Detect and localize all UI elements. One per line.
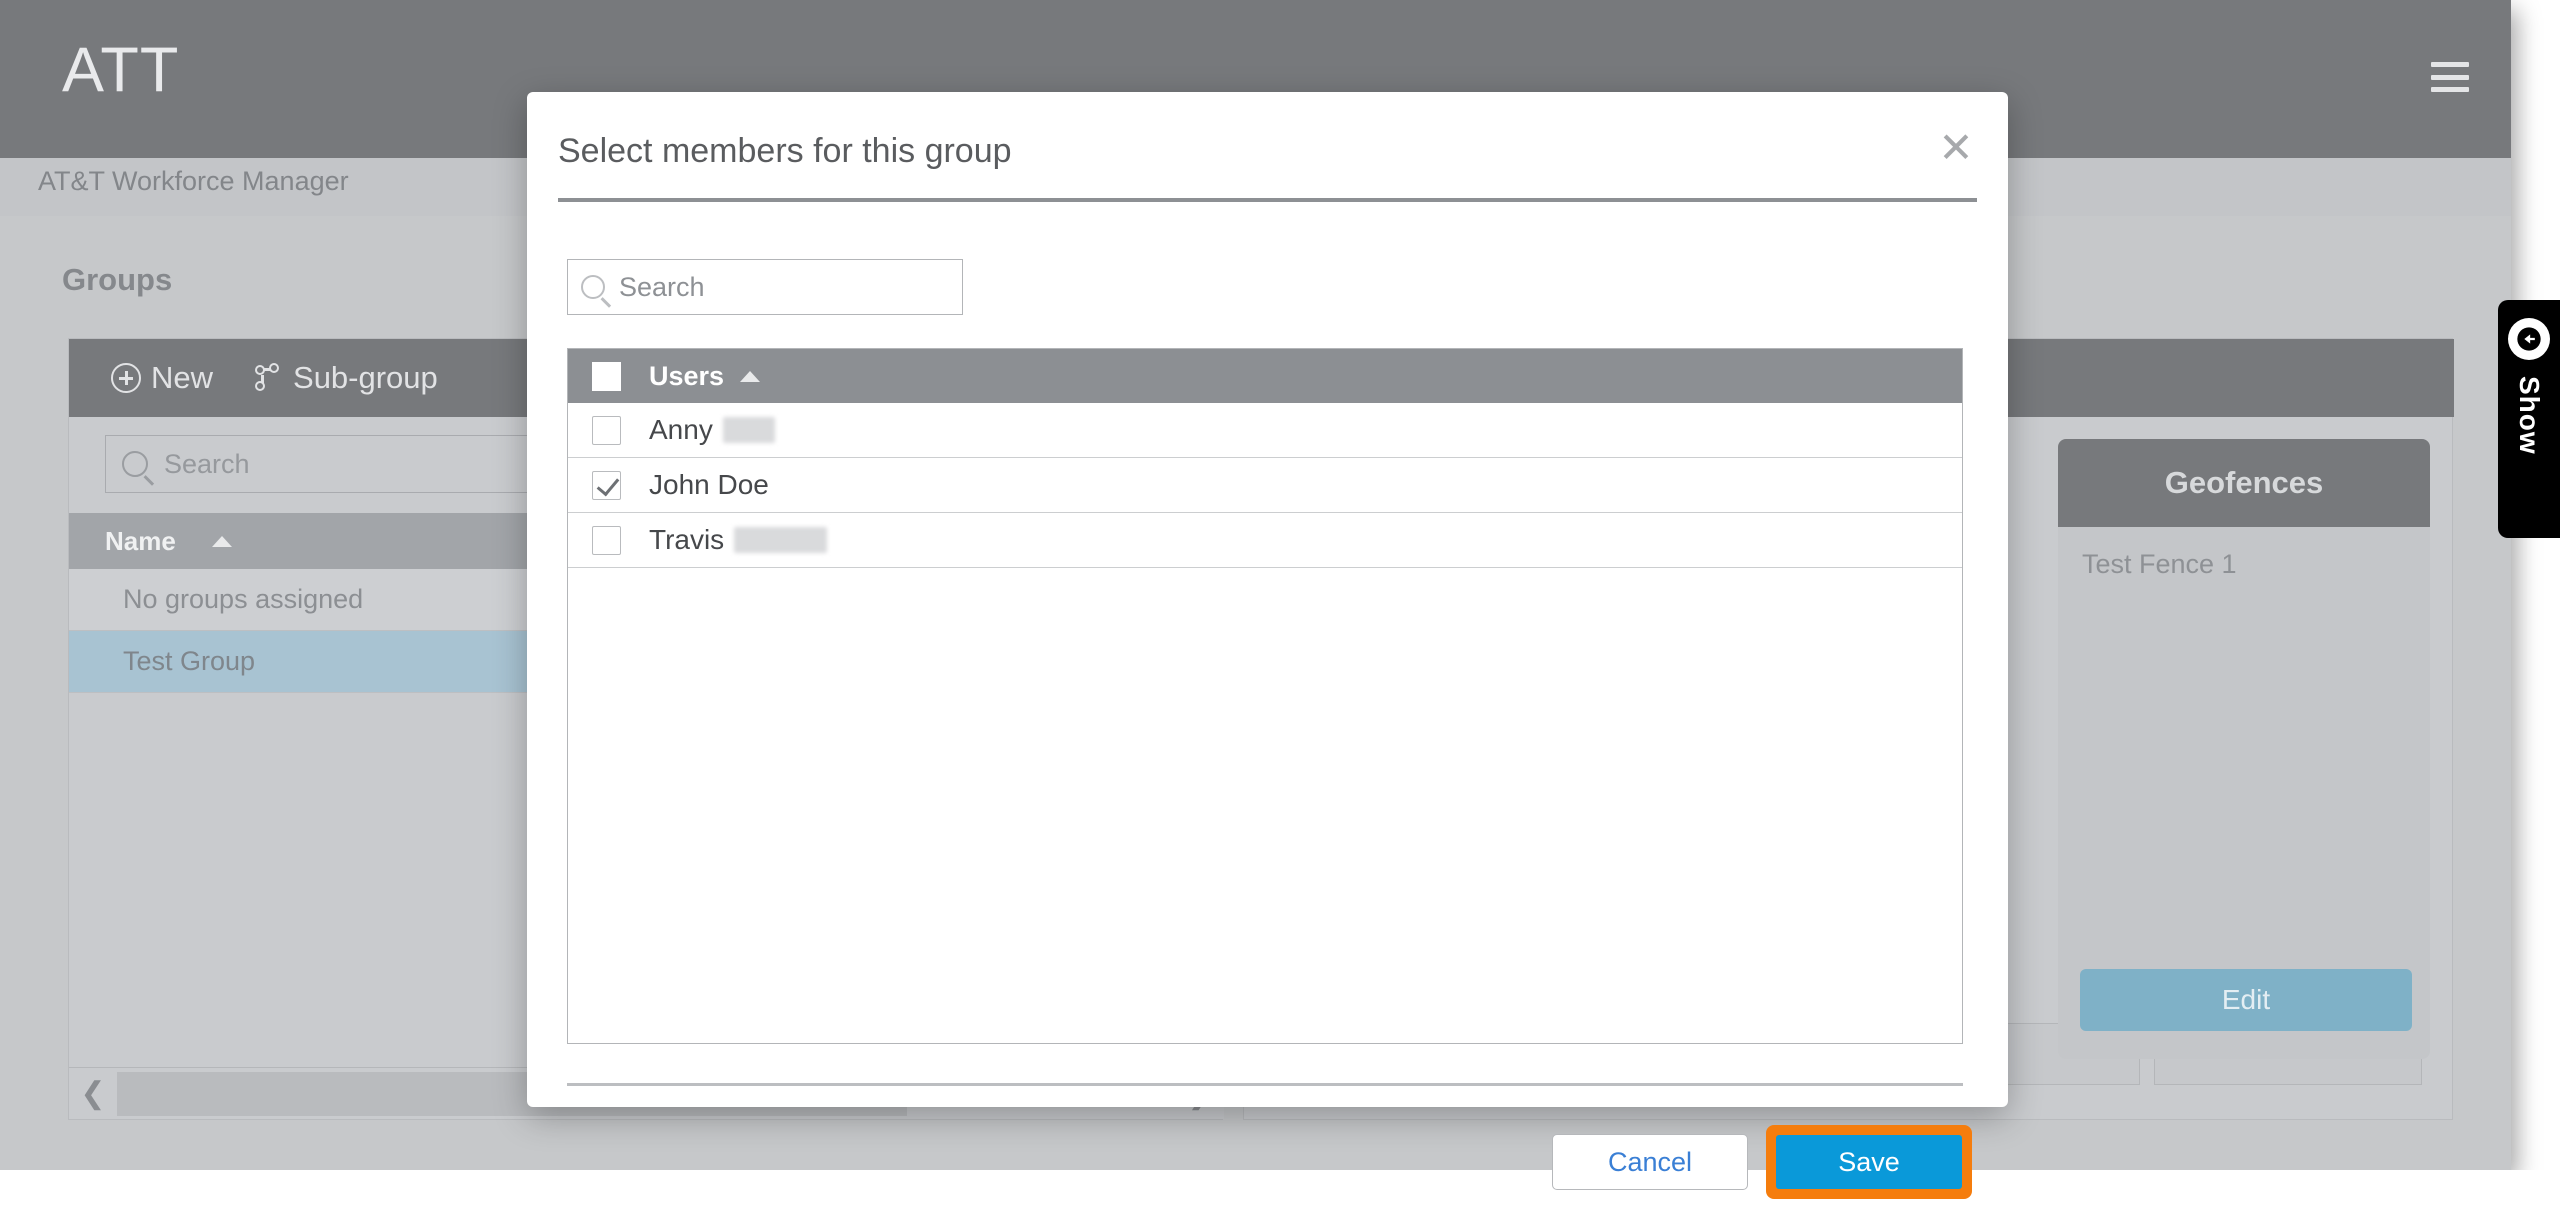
caret-up-icon	[211, 535, 232, 547]
page-title: Groups	[62, 262, 173, 297]
member-name: John Doe	[649, 469, 769, 500]
sub-group-label: Sub-group	[293, 360, 438, 395]
geofences-title: Geofences	[2164, 465, 2324, 500]
plus-circle-icon	[111, 363, 141, 393]
geofences-header: Geofences	[2058, 439, 2430, 527]
member-search-input[interactable]: Search	[567, 259, 963, 315]
member-checkbox[interactable]	[592, 415, 621, 445]
redacted-surname	[734, 527, 828, 553]
select-members-modal: Select members for this group ✕ Search U…	[527, 92, 2008, 1199]
member-list-item[interactable]: John Doe	[568, 458, 1962, 513]
groups-column-header-label: Name	[105, 525, 176, 556]
page-bottom-area	[0, 1170, 2560, 1222]
group-row-name: Test Group	[123, 646, 256, 676]
search-icon	[122, 451, 148, 477]
search-icon	[581, 275, 605, 299]
redacted-surname	[722, 417, 775, 443]
members-list: Users Anny John Doe Travis	[567, 348, 1963, 1044]
geofences-panel: Geofences Test Fence 1 Edit	[2058, 439, 2430, 1059]
modal-title: Select members for this group	[558, 132, 1012, 170]
member-checkbox[interactable]	[592, 525, 621, 555]
groups-search-placeholder: Search	[164, 448, 250, 479]
app-root: ATT AT&T Workforce Manager Groups New Su…	[0, 0, 2560, 1222]
save-button-highlight: Save	[1766, 1125, 1972, 1199]
modal-title-divider	[558, 198, 1977, 202]
app-subtitle: AT&T Workforce Manager	[38, 166, 349, 196]
member-name: Travis	[649, 524, 725, 555]
new-group-button[interactable]: New	[111, 360, 213, 396]
arrow-left-circle-icon	[2508, 318, 2550, 360]
save-button[interactable]: Save	[1776, 1135, 1962, 1189]
caret-up-icon[interactable]	[740, 370, 761, 382]
show-panel-tab[interactable]: Show	[2498, 300, 2560, 538]
show-tab-label: Show	[2514, 376, 2545, 455]
hamburger-menu-icon[interactable]	[2431, 62, 2469, 92]
members-list-header[interactable]: Users	[568, 349, 1962, 403]
cancel-button[interactable]: Cancel	[1552, 1134, 1748, 1190]
sub-group-icon	[255, 363, 283, 393]
chevron-left-icon[interactable]: ❮	[69, 1069, 117, 1119]
member-list-item[interactable]: Anny	[568, 403, 1962, 458]
new-group-label: New	[151, 360, 214, 395]
members-list-header-label: Users	[649, 360, 725, 391]
member-list-item[interactable]: Travis	[568, 513, 1962, 568]
modal-action-buttons: Cancel Save	[1552, 1125, 1972, 1199]
sub-group-button[interactable]: Sub-group	[255, 360, 438, 396]
member-search-placeholder: Search	[619, 271, 705, 302]
geofence-list-item[interactable]: Test Fence 1	[2058, 527, 2430, 580]
modal-footer-divider	[567, 1083, 1963, 1086]
member-name: Anny	[649, 414, 713, 445]
group-row-name: No groups assigned	[123, 584, 364, 614]
app-logo: ATT	[62, 35, 180, 105]
edit-button[interactable]: Edit	[2080, 969, 2412, 1031]
select-all-checkbox[interactable]	[592, 361, 621, 391]
member-checkbox[interactable]	[592, 470, 621, 500]
close-icon[interactable]: ✕	[1934, 126, 1978, 170]
